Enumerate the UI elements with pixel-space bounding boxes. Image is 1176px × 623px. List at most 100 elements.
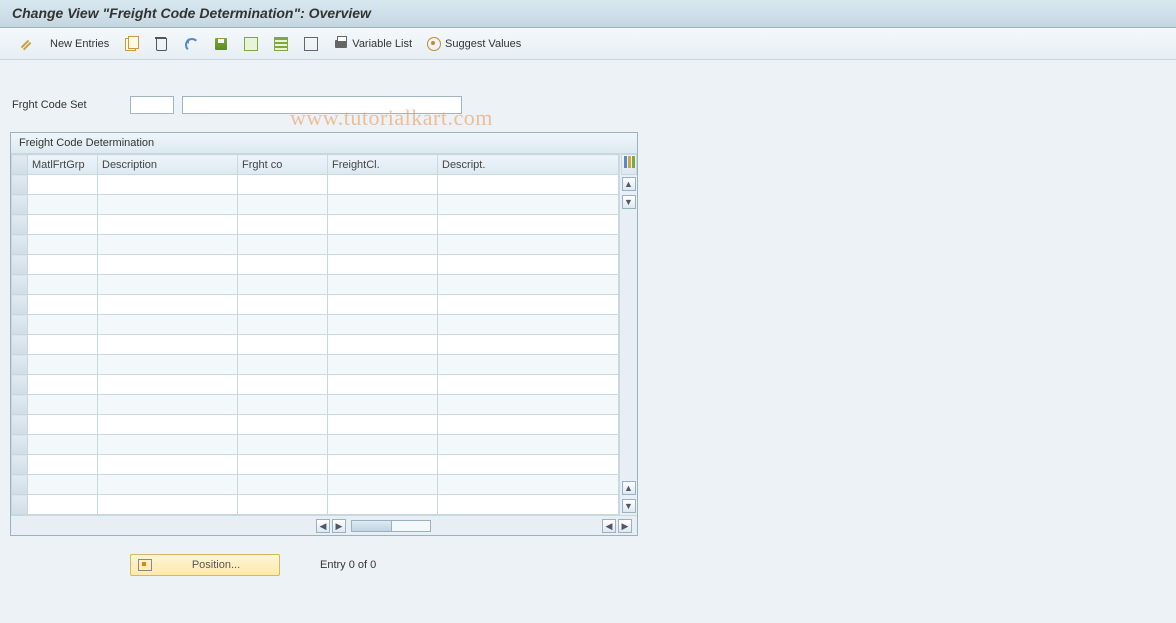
cell[interactable] [238, 275, 328, 295]
cell[interactable] [438, 455, 619, 475]
row-selector[interactable] [12, 315, 28, 335]
cell[interactable] [328, 255, 438, 275]
save-button[interactable] [208, 33, 234, 55]
undo-button[interactable] [178, 33, 204, 55]
cell[interactable] [328, 355, 438, 375]
row-selector[interactable] [12, 455, 28, 475]
cell[interactable] [438, 355, 619, 375]
cell[interactable] [98, 415, 238, 435]
cell[interactable] [28, 255, 98, 275]
cell[interactable] [328, 375, 438, 395]
h-scroll-track[interactable] [351, 520, 431, 532]
cell[interactable] [98, 355, 238, 375]
delete-button[interactable] [148, 33, 174, 55]
cell[interactable] [438, 175, 619, 195]
col-description[interactable]: Description [98, 155, 238, 175]
table-row[interactable] [12, 295, 619, 315]
select-all-button[interactable] [238, 33, 264, 55]
table-row[interactable] [12, 255, 619, 275]
cell[interactable] [28, 435, 98, 455]
cell[interactable] [238, 315, 328, 335]
cell[interactable] [98, 435, 238, 455]
vertical-scrollbar[interactable]: ▲ ▼ ▲ ▼ [619, 154, 637, 515]
cell[interactable] [328, 475, 438, 495]
scroll-left-end-button[interactable]: ◀ [602, 519, 616, 533]
table-row[interactable] [12, 275, 619, 295]
cell[interactable] [238, 495, 328, 515]
cell[interactable] [28, 175, 98, 195]
cell[interactable] [438, 335, 619, 355]
table-row[interactable] [12, 375, 619, 395]
scroll-right-button[interactable]: ▶ [332, 519, 346, 533]
cell[interactable] [438, 235, 619, 255]
cell[interactable] [238, 335, 328, 355]
table-row[interactable] [12, 415, 619, 435]
row-selector[interactable] [12, 195, 28, 215]
cell[interactable] [328, 455, 438, 475]
cell[interactable] [328, 215, 438, 235]
cell[interactable] [328, 275, 438, 295]
cell[interactable] [328, 415, 438, 435]
cell[interactable] [238, 355, 328, 375]
cell[interactable] [328, 395, 438, 415]
row-selector[interactable] [12, 495, 28, 515]
cell[interactable] [28, 215, 98, 235]
cell[interactable] [238, 175, 328, 195]
row-selector[interactable] [12, 375, 28, 395]
cell[interactable] [438, 215, 619, 235]
row-selector[interactable] [12, 395, 28, 415]
cell[interactable] [328, 335, 438, 355]
row-selector[interactable] [12, 435, 28, 455]
cell[interactable] [28, 315, 98, 335]
row-selector[interactable] [12, 215, 28, 235]
cell[interactable] [328, 495, 438, 515]
cell[interactable] [438, 195, 619, 215]
cell[interactable] [28, 395, 98, 415]
col-freight-cl[interactable]: FreightCl. [328, 155, 438, 175]
row-selector[interactable] [12, 235, 28, 255]
row-selector[interactable] [12, 275, 28, 295]
cell[interactable] [98, 375, 238, 395]
row-selector[interactable] [12, 335, 28, 355]
cell[interactable] [238, 215, 328, 235]
cell[interactable] [238, 255, 328, 275]
cell[interactable] [328, 235, 438, 255]
cell[interactable] [238, 435, 328, 455]
scroll-left-button[interactable]: ◀ [316, 519, 330, 533]
cell[interactable] [28, 335, 98, 355]
cell[interactable] [98, 495, 238, 515]
cell[interactable] [98, 335, 238, 355]
cell[interactable] [438, 495, 619, 515]
cell[interactable] [438, 475, 619, 495]
row-selector[interactable] [12, 355, 28, 375]
col-frght-co[interactable]: Frght co [238, 155, 328, 175]
position-button[interactable]: Position... [130, 554, 280, 576]
row-selector[interactable] [12, 295, 28, 315]
scroll-up-button[interactable]: ▲ [622, 177, 636, 191]
cell[interactable] [438, 255, 619, 275]
cell[interactable] [438, 375, 619, 395]
cell[interactable] [438, 435, 619, 455]
h-scroll-thumb[interactable] [352, 521, 392, 531]
cell[interactable] [238, 295, 328, 315]
print-button[interactable]: Variable List [328, 33, 417, 55]
cell[interactable] [28, 275, 98, 295]
cell[interactable] [238, 375, 328, 395]
cell[interactable] [98, 175, 238, 195]
cell[interactable] [238, 195, 328, 215]
row-selector[interactable] [12, 175, 28, 195]
cell[interactable] [28, 415, 98, 435]
cell[interactable] [28, 375, 98, 395]
cell[interactable] [98, 295, 238, 315]
cell[interactable] [238, 235, 328, 255]
cell[interactable] [328, 295, 438, 315]
cell[interactable] [238, 475, 328, 495]
cell[interactable] [98, 395, 238, 415]
horizontal-scrollbar[interactable]: ◀ ▶ ◀ ▶ [11, 515, 637, 535]
cell[interactable] [98, 235, 238, 255]
cell[interactable] [328, 315, 438, 335]
cell[interactable] [438, 395, 619, 415]
scroll-up-button-bottom[interactable]: ▲ [622, 481, 636, 495]
table-row[interactable] [12, 355, 619, 375]
select-block-button[interactable] [268, 33, 294, 55]
